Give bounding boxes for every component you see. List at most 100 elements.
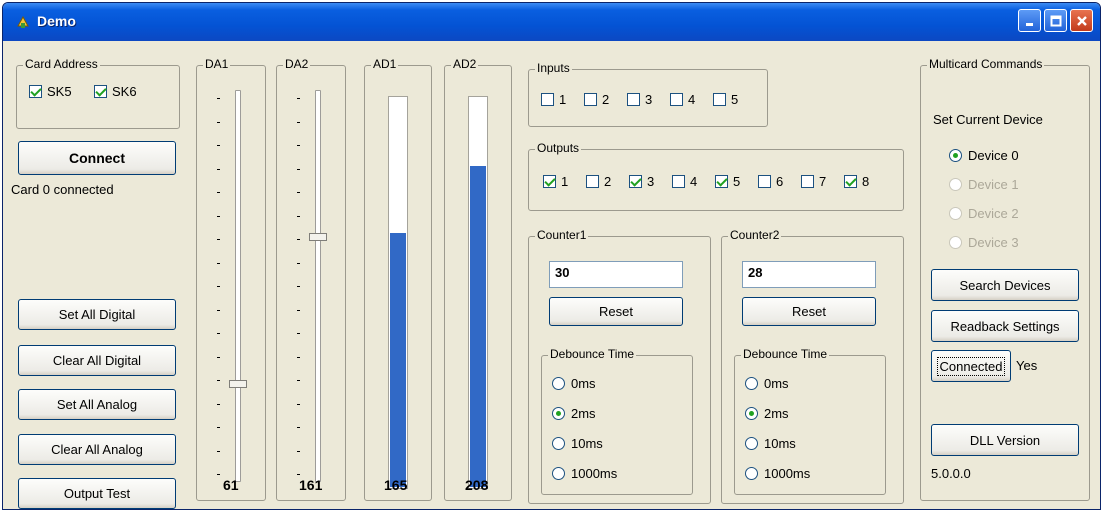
minimize-button[interactable] xyxy=(1018,9,1041,32)
counter1-reset-button[interactable]: Reset xyxy=(549,297,683,326)
input-checkbox-3-box-icon xyxy=(627,93,640,106)
da1-tick-mark xyxy=(217,121,220,123)
output-checkbox-6[interactable]: 6 xyxy=(758,174,783,189)
counter2-debounce-0ms[interactable]: 0ms xyxy=(745,376,789,391)
dll-version-label: DLL Version xyxy=(969,432,1041,448)
sk6-label: SK6 xyxy=(112,84,137,99)
set-all-analog-button[interactable]: Set All Analog xyxy=(18,389,176,420)
da1-slider-track[interactable] xyxy=(235,90,241,482)
output-checkbox-5-label: 5 xyxy=(733,174,741,189)
search-devices-button[interactable]: Search Devices xyxy=(931,269,1079,301)
counter2-debounce-10ms[interactable]: 10ms xyxy=(745,436,796,451)
counter1-debounce-2ms-radio-icon xyxy=(552,407,565,420)
counter2-group: Counter2 28 Reset Debounce Time 0ms 2ms 10… xyxy=(721,228,904,504)
input-checkbox-3[interactable]: 3 xyxy=(627,92,652,107)
output-checkbox-8[interactable]: 8 xyxy=(844,174,869,189)
da2-slider-thumb[interactable] xyxy=(309,233,327,242)
da2-slider-track[interactable] xyxy=(315,90,321,482)
output-checkbox-1-box-icon xyxy=(543,175,556,188)
input-checkbox-2[interactable]: 2 xyxy=(584,92,609,107)
close-icon xyxy=(1076,15,1087,26)
maximize-icon xyxy=(1050,15,1061,26)
sk5-checkbox[interactable]: SK5 xyxy=(29,84,72,99)
da2-tick-mark xyxy=(297,215,300,217)
counter1-value-field[interactable]: 30 xyxy=(549,261,683,288)
da2-tick-mark xyxy=(297,474,300,475)
input-checkbox-4-label: 4 xyxy=(688,92,696,107)
input-checkbox-4[interactable]: 4 xyxy=(670,92,695,107)
clear-all-digital-button[interactable]: Clear All Digital xyxy=(18,345,176,376)
output-checkbox-6-box-icon xyxy=(758,175,771,188)
da1-group: DA1 xyxy=(196,57,266,501)
da1-value: 61 xyxy=(223,477,239,493)
output-test-button[interactable]: Output Test xyxy=(18,478,176,509)
da2-tick-mark xyxy=(297,333,300,334)
da2-tick-mark xyxy=(297,121,300,123)
device-radio-2-radio-icon xyxy=(949,207,962,220)
set-all-digital-label: Set All Digital xyxy=(58,307,136,322)
output-checkbox-7-label: 7 xyxy=(819,174,827,189)
da2-tick-mark xyxy=(297,403,300,405)
counter1-debounce-10ms-radio-icon xyxy=(552,437,565,450)
output-checkbox-3[interactable]: 3 xyxy=(629,174,654,189)
sk6-checkbox[interactable]: SK6 xyxy=(94,84,137,99)
device-radio-0-label: Device 0 xyxy=(968,148,1019,163)
readback-settings-button[interactable]: Readback Settings xyxy=(931,310,1079,342)
inputs-label: Inputs xyxy=(535,61,572,76)
card-address-group: Card Address SK5 SK6 xyxy=(16,57,180,129)
clear-all-digital-label: Clear All Digital xyxy=(52,353,142,368)
counter2-reset-label: Reset xyxy=(792,304,826,319)
input-checkbox-1-label: 1 xyxy=(559,92,567,107)
output-checkbox-7[interactable]: 7 xyxy=(801,174,826,189)
clear-all-analog-button[interactable]: Clear All Analog xyxy=(18,434,176,465)
da1-tick-mark xyxy=(217,356,220,358)
input-checkbox-1[interactable]: 1 xyxy=(541,92,566,107)
sk5-check-icon xyxy=(29,85,42,98)
ad2-group: AD2 xyxy=(444,57,512,501)
connect-button[interactable]: Connect xyxy=(18,141,176,175)
output-checkbox-4[interactable]: 4 xyxy=(672,174,697,189)
readback-settings-label: Readback Settings xyxy=(950,318,1060,334)
connection-status: Card 0 connected xyxy=(11,182,114,197)
ad1-group: AD1 xyxy=(364,57,432,501)
counter2-debounce-2ms[interactable]: 2ms xyxy=(745,406,789,421)
counter2-reset-button[interactable]: Reset xyxy=(742,297,876,326)
da1-slider-thumb[interactable] xyxy=(229,379,247,388)
counter1-debounce-1000ms[interactable]: 1000ms xyxy=(552,466,617,481)
da2-group: DA2 xyxy=(276,57,346,501)
counter1-debounce-2ms-label: 2ms xyxy=(571,406,596,421)
counter2-value-field[interactable]: 28 xyxy=(742,261,876,288)
counter1-debounce-2ms[interactable]: 2ms xyxy=(552,406,596,421)
counter1-debounce-1000ms-label: 1000ms xyxy=(571,466,618,481)
device-radio-1-radio-icon xyxy=(949,178,962,191)
da2-value: 161 xyxy=(299,477,323,493)
device-radio-0[interactable]: Device 0 xyxy=(949,148,1019,163)
output-checkbox-1-label: 1 xyxy=(561,174,569,189)
output-checkbox-2[interactable]: 2 xyxy=(586,174,611,189)
input-checkbox-2-box-icon xyxy=(584,93,597,106)
dll-version-button[interactable]: DLL Version xyxy=(931,424,1079,456)
dll-version-value: 5.0.0.0 xyxy=(931,466,971,481)
input-checkbox-5-label: 5 xyxy=(731,92,739,107)
close-button[interactable] xyxy=(1070,9,1093,32)
input-checkbox-5[interactable]: 5 xyxy=(713,92,738,107)
device-radio-0-radio-icon xyxy=(949,149,962,162)
output-checkbox-1[interactable]: 1 xyxy=(543,174,568,189)
counter1-debounce-0ms[interactable]: 0ms xyxy=(552,376,596,391)
device-radio-3-radio-icon xyxy=(949,236,962,249)
da2-tick-mark xyxy=(297,98,300,99)
connected-button[interactable]: Connected xyxy=(931,350,1011,382)
multicard-commands-group: Multicard Commands Set Current Device De… xyxy=(920,57,1090,501)
set-all-digital-button[interactable]: Set All Digital xyxy=(18,299,176,330)
da2-tick-mark xyxy=(297,450,300,452)
set-current-device-label: Set Current Device xyxy=(933,112,1043,127)
da2-tick-mark xyxy=(297,239,300,240)
counter1-debounce-10ms[interactable]: 10ms xyxy=(552,436,603,451)
counter2-debounce-1000ms[interactable]: 1000ms xyxy=(745,466,810,481)
da2-tick-mark xyxy=(297,145,300,146)
title-bar[interactable]: Demo xyxy=(3,3,1100,41)
output-checkbox-5[interactable]: 5 xyxy=(715,174,740,189)
output-checkbox-8-box-icon xyxy=(844,175,857,188)
minimize-icon xyxy=(1025,22,1033,26)
maximize-button[interactable] xyxy=(1044,9,1067,32)
